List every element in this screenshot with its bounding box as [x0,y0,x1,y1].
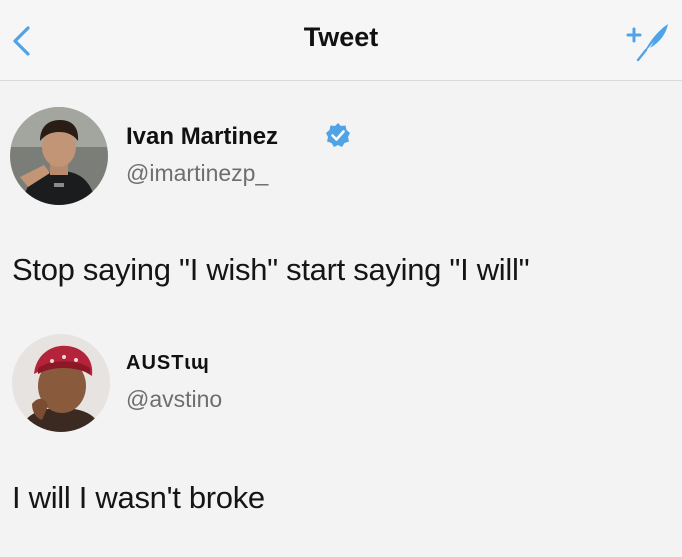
navigation-bar: Tweet [0,0,682,81]
page-title: Tweet [303,22,379,52]
avatar[interactable] [10,107,108,205]
avatar-photo [10,107,108,205]
author-handle[interactable]: @imartinezp_ [126,160,268,187]
reply-author-name[interactable]: AUSTɩɰ [126,352,210,375]
verified-badge-icon [326,123,350,147]
tweet-text: Stop saying "I wish" start saying "I wil… [12,252,530,287]
reply-text: I will I wasn't broke [12,480,265,515]
compose-tweet-icon[interactable] [620,18,672,64]
avatar[interactable] [12,334,110,432]
avatar-photo [12,334,110,432]
author-name[interactable]: Ivan Martinez [126,123,278,151]
reply-author-handle[interactable]: @avstino [126,386,222,413]
